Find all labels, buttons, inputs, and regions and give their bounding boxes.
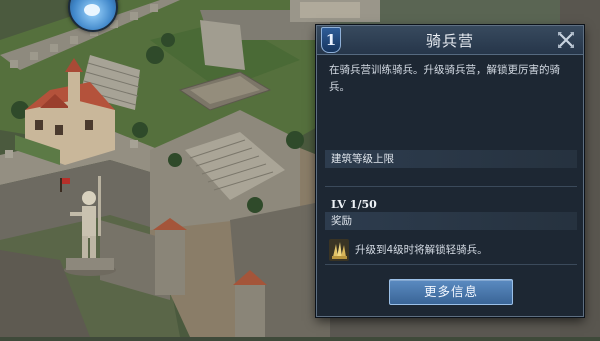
level-cap-header: 建筑等级上限 bbox=[325, 150, 577, 168]
panel-header: 1 骑兵营 bbox=[317, 26, 583, 55]
more-info-button[interactable]: 更多信息 bbox=[389, 279, 513, 305]
divider bbox=[325, 264, 577, 265]
divider bbox=[325, 186, 577, 187]
reward-text: 升级到4级时将解锁轻骑兵。 bbox=[355, 244, 488, 256]
cavalry-reward-icon bbox=[329, 239, 349, 261]
avatar-face bbox=[84, 4, 100, 16]
knight-statue[interactable] bbox=[60, 176, 120, 276]
building-description: 在骑兵营训练骑兵。升级骑兵营，解锁更厉害的骑兵。 bbox=[329, 64, 560, 93]
level-cap-value: LV 1/50 bbox=[331, 198, 377, 211]
reward-item: 升级到4级时将解锁轻骑兵。 bbox=[329, 238, 575, 262]
building-info-panel: 1 骑兵营 在骑兵营训练骑兵。升级骑兵营，解锁更厉害的骑兵。 建筑等级上限 LV… bbox=[316, 25, 584, 317]
close-icon[interactable] bbox=[555, 29, 577, 51]
panel-title: 骑兵营 bbox=[425, 32, 474, 50]
reward-header: 奖励 bbox=[325, 212, 577, 230]
